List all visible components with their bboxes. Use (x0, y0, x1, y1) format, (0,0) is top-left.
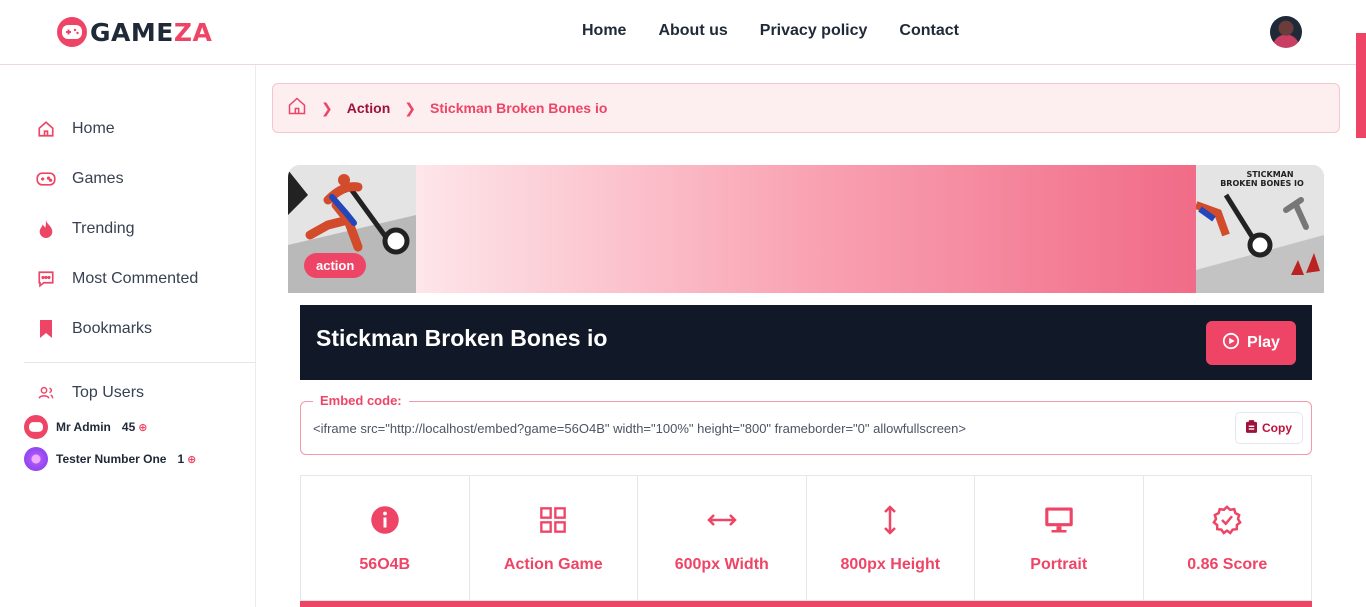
sidebar-item-games[interactable]: Games (24, 159, 256, 199)
home-icon (34, 117, 58, 141)
home-icon[interactable] (287, 96, 307, 121)
stat-orientation: Portrait (975, 476, 1144, 600)
top-header: GAMEZA Home About us Privacy policy Cont… (0, 0, 1366, 65)
user-avatar (24, 415, 48, 439)
user-avatar[interactable] (1270, 16, 1302, 48)
sidebar-item-trending[interactable]: Trending (24, 209, 256, 249)
breadcrumb-category[interactable]: Action (347, 100, 391, 116)
game-thumbnail-right: STICKMAN BROKEN BONES IO (1196, 165, 1324, 293)
stat-value: 800px Height (840, 556, 941, 573)
page-scrollbar[interactable] (1356, 33, 1366, 138)
sidebar-item-bookmarks[interactable]: Bookmarks (24, 309, 256, 349)
stat-value: 56O4B (359, 556, 411, 573)
stat-value: 0.86 Score (1187, 556, 1268, 573)
sidebar-item-label: Games (72, 170, 124, 187)
top-user-row[interactable]: Mr Admin 45 ⊕ (24, 415, 147, 439)
stat-game-id: 56O4B (301, 476, 470, 600)
top-users-label: Top Users (72, 384, 145, 401)
main-nav: Home About us Privacy policy Contact (582, 22, 959, 40)
sidebar-item-label: Trending (72, 220, 135, 237)
stat-category: Action Game (470, 476, 638, 600)
breadcrumb: ❯ Action ❯ Stickman Broken Bones io (272, 83, 1340, 133)
category-tag[interactable]: action (304, 253, 367, 278)
embed-label: Embed code: (313, 393, 409, 408)
sidebar-item-label: Bookmarks (72, 320, 153, 337)
nav-about[interactable]: About us (658, 22, 727, 40)
sidebar-item-home[interactable]: Home (24, 109, 256, 149)
play-label: Play (1247, 334, 1280, 351)
nav-privacy[interactable]: Privacy policy (760, 22, 868, 40)
sidebar: Home Games Trending Most Commented Bookm… (0, 65, 256, 607)
nav-contact[interactable]: Contact (899, 22, 959, 40)
grid-icon (537, 504, 569, 536)
width-arrows-icon (706, 504, 738, 536)
user-score: 1 ⊕ (177, 452, 197, 466)
game-thumbnail[interactable]: action (288, 165, 416, 293)
game-title-bar: Stickman Broken Bones io Play (300, 305, 1312, 380)
logo-text: GAMEZA (90, 17, 213, 47)
comment-icon (34, 267, 58, 291)
stat-width: 600px Width (638, 476, 807, 600)
user-avatar (24, 447, 48, 471)
stat-score: 0.86 Score (1144, 476, 1312, 600)
logo[interactable]: GAMEZA (57, 17, 212, 47)
svg-text:STICKMAN: STICKMAN (1246, 170, 1293, 179)
chevron-right-icon: ❯ (321, 99, 333, 116)
stat-value: 600px Width (674, 556, 769, 573)
embed-code-box: Embed code: <iframe src="http://localhos… (300, 393, 1312, 455)
embed-code-text[interactable]: <iframe src="http://localhost/embed?game… (313, 421, 966, 436)
copy-label: Copy (1262, 421, 1292, 435)
top-user-row[interactable]: Tester Number One 1 ⊕ (24, 447, 196, 471)
sidebar-item-label: Most Commented (72, 270, 199, 287)
breadcrumb-current: Stickman Broken Bones io (430, 100, 608, 116)
height-arrows-icon (874, 504, 906, 536)
badge-check-icon (1211, 504, 1243, 536)
gamepad-logo-icon (57, 17, 87, 47)
user-name: Mr Admin (56, 420, 111, 434)
gamepad-icon (34, 167, 58, 191)
clipboard-icon (1246, 420, 1257, 436)
sidebar-item-top-users[interactable]: Top Users (24, 373, 256, 413)
sidebar-item-label: Home (72, 120, 115, 137)
game-card: action STICKMAN BROKEN BONES IO Stickman… (288, 165, 1324, 607)
chevron-right-icon: ❯ (404, 99, 417, 116)
game-banner (288, 165, 1324, 293)
stat-value: Portrait (1030, 556, 1088, 573)
points-icon: ⊕ (138, 421, 148, 434)
info-icon (369, 504, 401, 536)
user-score: 45 ⊕ (121, 420, 148, 434)
bottom-accent-bar (300, 601, 1312, 607)
monitor-icon (1043, 504, 1075, 536)
points-icon: ⊕ (187, 453, 197, 466)
sidebar-divider (24, 362, 256, 363)
users-icon (34, 381, 58, 405)
copy-button[interactable]: Copy (1235, 412, 1303, 444)
bookmark-icon (34, 317, 58, 341)
sidebar-item-most-commented[interactable]: Most Commented (24, 259, 256, 299)
play-circle-icon (1222, 332, 1240, 355)
flame-icon (34, 217, 58, 241)
game-title: Stickman Broken Bones io (316, 325, 608, 351)
nav-home[interactable]: Home (582, 22, 626, 40)
play-button[interactable]: Play (1206, 321, 1296, 365)
user-name: Tester Number One (56, 452, 167, 466)
stat-value: Action Game (503, 556, 603, 573)
game-stats: 56O4B Action Game 600px Width 800px Heig… (300, 475, 1312, 601)
stat-height: 800px Height (807, 476, 975, 600)
svg-text:BROKEN BONES IO: BROKEN BONES IO (1220, 179, 1304, 188)
